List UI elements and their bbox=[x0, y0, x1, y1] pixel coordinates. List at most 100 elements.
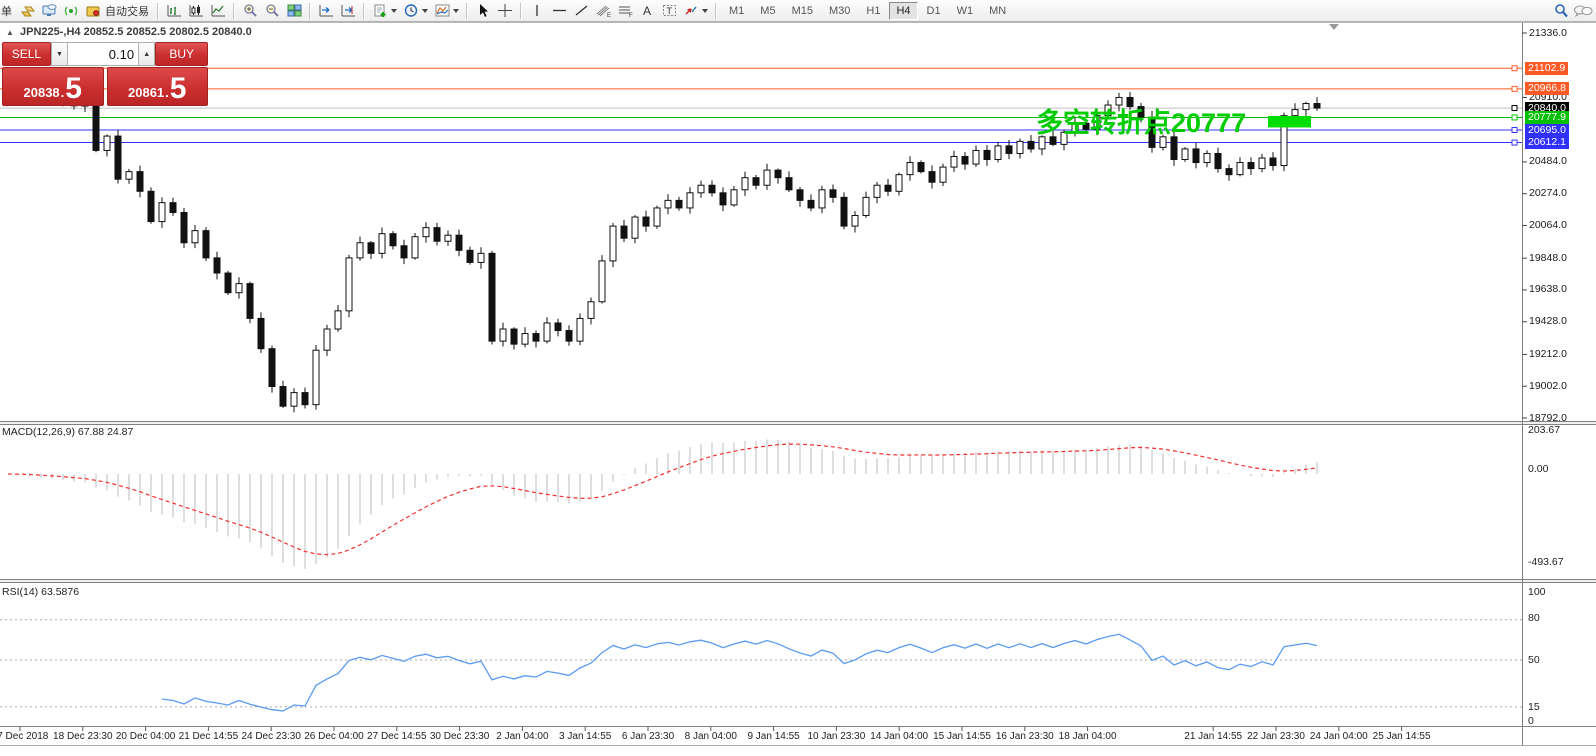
sell-price-display[interactable]: 20838. 5 bbox=[2, 67, 104, 106]
rsi-scale-80: 80 bbox=[1528, 612, 1540, 624]
arrows-tool-icon[interactable] bbox=[680, 2, 702, 20]
signal-icon[interactable] bbox=[60, 2, 82, 20]
macd-indicator-label: MACD(12,26,9) 67.88 24.87 bbox=[2, 426, 134, 438]
buy-price-big-digit: 5 bbox=[169, 72, 187, 105]
chart-canvas[interactable]: 多空转折点20777 bbox=[0, 0, 1596, 756]
candle-bear bbox=[147, 190, 155, 223]
timeframe-button-w1[interactable]: W1 bbox=[950, 2, 981, 20]
rsi-scale-100: 100 bbox=[1528, 586, 1546, 598]
indicators-icon[interactable] bbox=[431, 2, 453, 20]
candle-bull bbox=[939, 166, 947, 183]
candle-bull bbox=[378, 233, 386, 254]
price-level-badge[interactable]: 21102.9 bbox=[1525, 61, 1569, 75]
price-axis-label: 19638.0 bbox=[1529, 283, 1567, 296]
vertical-line-tool-icon[interactable] bbox=[526, 2, 548, 20]
indicators-dropdown-caret[interactable] bbox=[453, 8, 459, 13]
line-chart-icon[interactable] bbox=[207, 2, 229, 20]
candlestick-chart-icon[interactable] bbox=[185, 2, 207, 20]
clock-dropdown-caret[interactable] bbox=[422, 8, 428, 13]
new-order-icon[interactable] bbox=[369, 2, 391, 20]
price-level-handle[interactable] bbox=[1511, 105, 1518, 112]
candle-bear bbox=[796, 189, 804, 201]
tile-windows-icon[interactable] bbox=[283, 2, 305, 20]
clock-icon[interactable] bbox=[400, 2, 422, 20]
price-level-handle[interactable] bbox=[1511, 65, 1518, 72]
price-level-badge[interactable]: 20612.1 bbox=[1525, 136, 1569, 150]
cursor-icon[interactable] bbox=[472, 2, 494, 20]
candle-bear bbox=[510, 328, 518, 345]
macd-scale-max: 203.67 bbox=[1528, 424, 1561, 436]
trendline-tool-icon[interactable] bbox=[570, 2, 592, 20]
horizontal-line-tool-icon[interactable] bbox=[548, 2, 570, 20]
timeframe-button-m30[interactable]: M30 bbox=[822, 2, 857, 20]
volume-input[interactable] bbox=[68, 42, 139, 66]
timeframe-button-h1[interactable]: H1 bbox=[859, 2, 887, 20]
candle-bull bbox=[1159, 136, 1167, 148]
terminal-icon[interactable] bbox=[38, 2, 60, 20]
toolbar-separator bbox=[157, 2, 159, 19]
buy-button[interactable]: BUY bbox=[155, 42, 208, 66]
candle-bull bbox=[609, 225, 617, 262]
zoom-in-icon[interactable] bbox=[239, 2, 261, 20]
candle-bear bbox=[1225, 168, 1233, 176]
candle-bull bbox=[1302, 103, 1310, 111]
crosshair-icon[interactable] bbox=[494, 2, 516, 20]
timeframe-button-h4[interactable]: H4 bbox=[889, 1, 918, 20]
one-click-trading-panel: SELL ▼ ▲ BUY 20838.5 20861.5 bbox=[2, 42, 208, 106]
candle-bull bbox=[950, 155, 958, 168]
volume-increase-button[interactable]: ▲ bbox=[138, 42, 156, 66]
search-icon[interactable] bbox=[1550, 2, 1572, 20]
price-axis-label: 19848.0 bbox=[1529, 251, 1567, 264]
price-level-handle[interactable] bbox=[1511, 114, 1518, 121]
candle-bull bbox=[895, 174, 903, 192]
candle-bear bbox=[224, 272, 232, 294]
price-level-badge[interactable]: 20966.8 bbox=[1525, 82, 1569, 96]
autotrade-icon[interactable] bbox=[82, 2, 104, 20]
new-order-partial-button[interactable]: 单 bbox=[1, 3, 12, 19]
panel-collapse-icon[interactable]: ▲ bbox=[6, 28, 14, 37]
equidistant-channel-tool-icon[interactable]: E bbox=[592, 2, 614, 20]
timeframe-button-m15[interactable]: M15 bbox=[785, 2, 820, 20]
timeframe-button-d1[interactable]: D1 bbox=[920, 2, 948, 20]
toolbar-separator bbox=[233, 2, 235, 19]
auto-scroll-icon[interactable] bbox=[337, 2, 359, 20]
timeframe-button-m1[interactable]: M1 bbox=[722, 2, 751, 20]
text-label-tool-icon[interactable]: T bbox=[658, 2, 680, 20]
chart-annotation-text[interactable]: 多空转折点20777 bbox=[1036, 107, 1246, 138]
price-level-handle[interactable] bbox=[1511, 139, 1518, 146]
candle-bear bbox=[1247, 162, 1255, 170]
bar-chart-icon[interactable] bbox=[163, 2, 185, 20]
candle-bear bbox=[246, 283, 254, 319]
fibonacci-tool-icon[interactable]: F bbox=[614, 2, 636, 20]
autotrade-label[interactable]: 自动交易 bbox=[105, 3, 149, 19]
volume-decrease-button[interactable]: ▼ bbox=[50, 42, 69, 66]
highlight-box[interactable] bbox=[1268, 115, 1311, 128]
buy-price-display[interactable]: 20861. 5 bbox=[106, 67, 208, 106]
chat-icon[interactable] bbox=[1572, 2, 1594, 20]
rsi-scale-0: 0 bbox=[1528, 715, 1534, 727]
candle-bull bbox=[862, 196, 870, 217]
candle-bull bbox=[422, 227, 430, 238]
zoom-out-icon[interactable] bbox=[261, 2, 283, 20]
candle-bull bbox=[334, 310, 342, 330]
chart-shift-icon[interactable] bbox=[315, 2, 337, 20]
candle-bear bbox=[983, 149, 991, 161]
text-tool-icon[interactable]: A bbox=[636, 2, 658, 20]
chart-shift-marker[interactable] bbox=[1329, 24, 1339, 30]
candle-bull bbox=[653, 207, 661, 227]
price-level-handle[interactable] bbox=[1511, 127, 1518, 134]
candle-bear bbox=[774, 169, 782, 179]
new-order-dropdown-caret[interactable] bbox=[391, 8, 397, 13]
timeframe-button-m5[interactable]: M5 bbox=[753, 2, 782, 20]
price-level-badge[interactable]: 20777.9 bbox=[1525, 110, 1569, 124]
candle-bull bbox=[312, 349, 320, 406]
candle-bear bbox=[1027, 140, 1035, 150]
price-level-badge[interactable]: 20695.0 bbox=[1525, 123, 1569, 137]
sell-button[interactable]: SELL bbox=[2, 42, 51, 66]
candle-bull bbox=[851, 215, 859, 227]
gold-bars-icon[interactable] bbox=[16, 2, 38, 20]
timeframe-button-mn[interactable]: MN bbox=[982, 2, 1013, 20]
candle-bear bbox=[268, 348, 276, 388]
price-level-handle[interactable] bbox=[1511, 85, 1518, 92]
arrows-dropdown-caret[interactable] bbox=[702, 8, 708, 13]
